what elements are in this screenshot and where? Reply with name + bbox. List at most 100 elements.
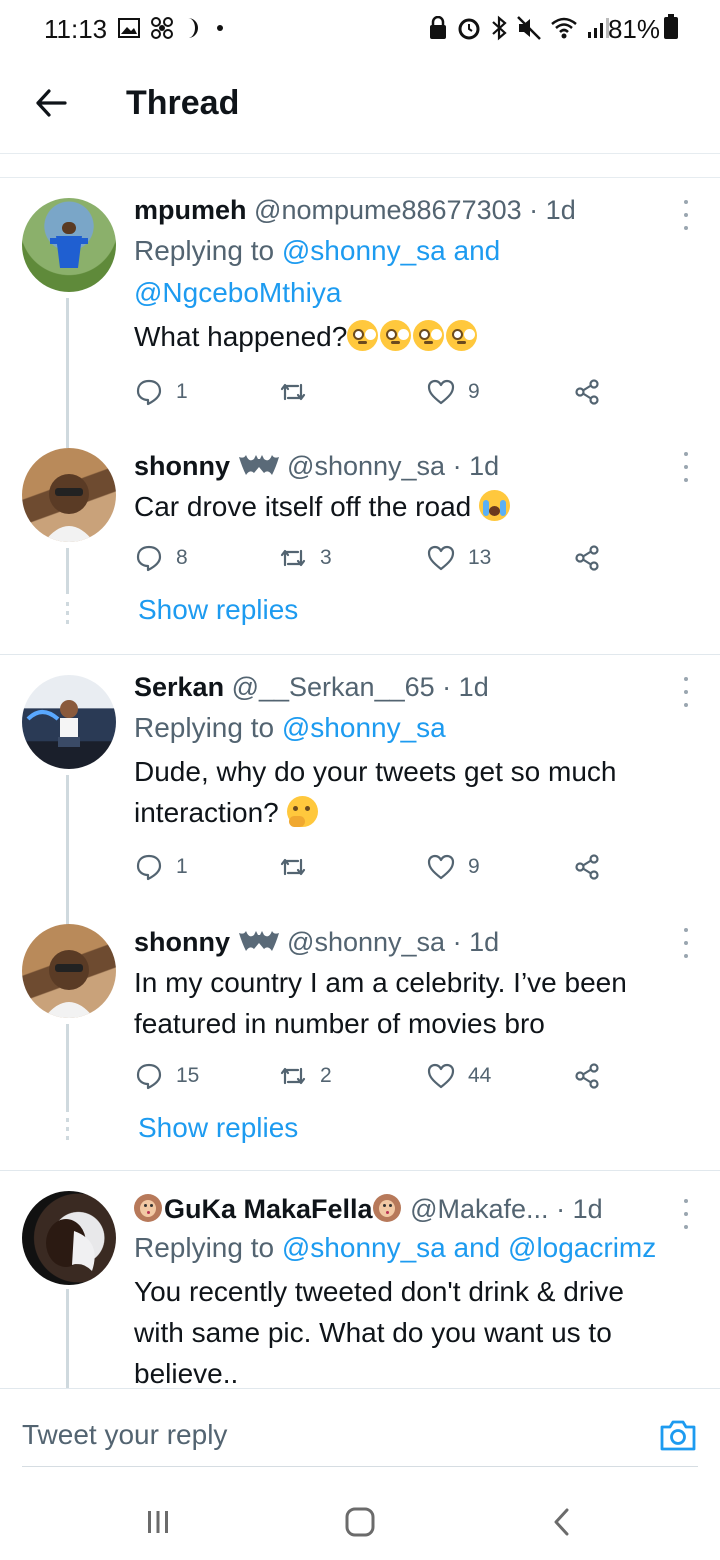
retweet-button[interactable]: 3: [278, 538, 332, 578]
like-button[interactable]: 13: [426, 538, 491, 578]
tweet-body: Serkan @__Serkan__65 · 1d Replying to @s…: [134, 669, 690, 833]
retweet-button[interactable]: [278, 847, 320, 887]
user-name[interactable]: mpumeh: [134, 195, 247, 225]
like-count: 9: [468, 380, 480, 403]
mention-link[interactable]: @shonny_sa: [282, 712, 446, 743]
reply-button[interactable]: 1: [134, 372, 188, 412]
like-count: 9: [468, 855, 480, 878]
like-button[interactable]: 44: [426, 1056, 491, 1096]
tweet-header: Serkan @__Serkan__65 · 1d: [134, 669, 690, 705]
camera-button[interactable]: [658, 1415, 698, 1455]
flushed-face-icon: [347, 320, 379, 351]
reply-button[interactable]: 1: [134, 847, 188, 887]
user-handle[interactable]: @__Serkan__65: [232, 672, 435, 702]
mention-link[interactable]: @NgceboMthiya: [134, 277, 341, 308]
retweet-count: 2: [320, 1064, 332, 1087]
speech-bubble-icon: [136, 1063, 162, 1090]
tweet-header: shonny @shonny_sa · 1d: [134, 448, 690, 484]
user-name[interactable]: Serkan: [134, 672, 224, 702]
separator: ·: [442, 672, 452, 702]
reply-button[interactable]: 8: [134, 538, 188, 578]
user-name[interactable]: shonny: [134, 927, 230, 957]
more-options-button[interactable]: [680, 677, 692, 707]
user-handle[interactable]: @shonny_sa: [287, 451, 445, 481]
battery-icon: [664, 14, 678, 39]
like-button[interactable]: 9: [426, 847, 480, 887]
user-name[interactable]: GuKa MakaFella: [164, 1194, 373, 1224]
tweet[interactable]: shonny @shonny_sa · 1d Car drove itself …: [0, 444, 720, 654]
camera-icon: [660, 1420, 696, 1451]
thread-line: [66, 1289, 69, 1388]
reply-input[interactable]: [22, 1413, 622, 1457]
tweet[interactable]: Serkan @__Serkan__65 · 1d Replying to @s…: [0, 655, 720, 925]
heart-icon: [427, 379, 455, 405]
speech-bubble-icon: [136, 854, 162, 881]
user-handle[interactable]: @shonny_sa: [287, 927, 445, 957]
separator: ·: [452, 451, 462, 481]
share-button[interactable]: [572, 1056, 602, 1096]
avatar[interactable]: [22, 675, 116, 769]
thread-continuation-dots: [66, 1118, 70, 1140]
mention-link[interactable]: @logacrimz: [508, 1232, 656, 1263]
user-handle[interactable]: @Makafe...: [410, 1194, 548, 1224]
retweet-button[interactable]: [278, 372, 320, 412]
avatar[interactable]: [22, 924, 116, 1018]
tweet-time: 1d: [458, 672, 489, 702]
share-icon: [575, 545, 599, 571]
user-name[interactable]: shonny: [134, 451, 230, 481]
bat-icon: [238, 931, 279, 951]
more-options-button[interactable]: [680, 1199, 692, 1229]
tweet-body: GuKa MakaFella @Makafe... · 1d Replying …: [134, 1191, 690, 1388]
thread-continuation-dots: [66, 602, 70, 624]
separator: ·: [556, 1194, 566, 1224]
tweet[interactable]: mpumeh @nompume88677303 · 1d Replying to…: [0, 178, 720, 448]
retweet-button[interactable]: 2: [278, 1056, 332, 1096]
mention-link[interactable]: @shonny_sa: [282, 1232, 446, 1263]
heart-icon: [427, 854, 455, 880]
tweet-actions: 8 3 13: [134, 538, 604, 578]
reply-count: 1: [176, 380, 188, 403]
retweet-count: 3: [320, 546, 332, 569]
tweet-actions: 1 9: [134, 847, 604, 887]
mention-link[interactable]: @shonny_sa: [282, 235, 446, 266]
recent-apps-button[interactable]: [138, 1502, 178, 1542]
tweet-header: shonny @shonny_sa · 1d: [134, 924, 690, 960]
tweet[interactable]: GuKa MakaFella @Makafe... · 1d Replying …: [0, 1171, 720, 1388]
tweet-actions: 1 9: [134, 372, 604, 412]
tweet-time: 1d: [469, 927, 500, 957]
system-back-button[interactable]: [542, 1502, 582, 1542]
more-options-button[interactable]: [680, 200, 692, 230]
retweet-icon: [280, 858, 306, 876]
tweet[interactable]: shonny @shonny_sa · 1d In my country I a…: [0, 920, 720, 1170]
home-button[interactable]: [340, 1502, 380, 1542]
bluetooth-icon: [492, 15, 507, 41]
reply-count: 8: [176, 546, 188, 569]
more-options-button[interactable]: [680, 928, 692, 958]
share-button[interactable]: [572, 372, 602, 412]
separator: ·: [452, 927, 462, 957]
replying-to: Replying to @shonny_sa and @NgceboMthiya: [134, 235, 501, 308]
heart-icon: [427, 545, 455, 571]
moon-icon: [188, 18, 198, 38]
show-replies-link[interactable]: Show replies: [138, 594, 298, 626]
tweet-header: GuKa MakaFella @Makafe... · 1d: [134, 1191, 690, 1227]
mute-icon: [517, 16, 541, 40]
share-icon: [575, 1063, 599, 1089]
system-nav-bar: [0, 1480, 720, 1560]
avatar[interactable]: [22, 1191, 116, 1285]
avatar[interactable]: [22, 198, 116, 292]
share-button[interactable]: [572, 538, 602, 578]
avatar[interactable]: [22, 448, 116, 542]
show-replies-link[interactable]: Show replies: [138, 1112, 298, 1144]
user-handle[interactable]: @nompume88677303: [254, 195, 522, 225]
speech-bubble-icon: [136, 379, 162, 406]
arrow-left-icon: [36, 89, 67, 117]
back-button[interactable]: [28, 80, 74, 126]
like-button[interactable]: 9: [426, 372, 480, 412]
reply-button[interactable]: 15: [134, 1056, 199, 1096]
share-button[interactable]: [572, 847, 602, 887]
thread-line: [66, 1024, 69, 1112]
more-options-button[interactable]: [680, 452, 692, 482]
tweet-text: Dude, why do your tweets get so much int…: [134, 756, 617, 828]
tweet-text: What happened?: [134, 316, 690, 357]
